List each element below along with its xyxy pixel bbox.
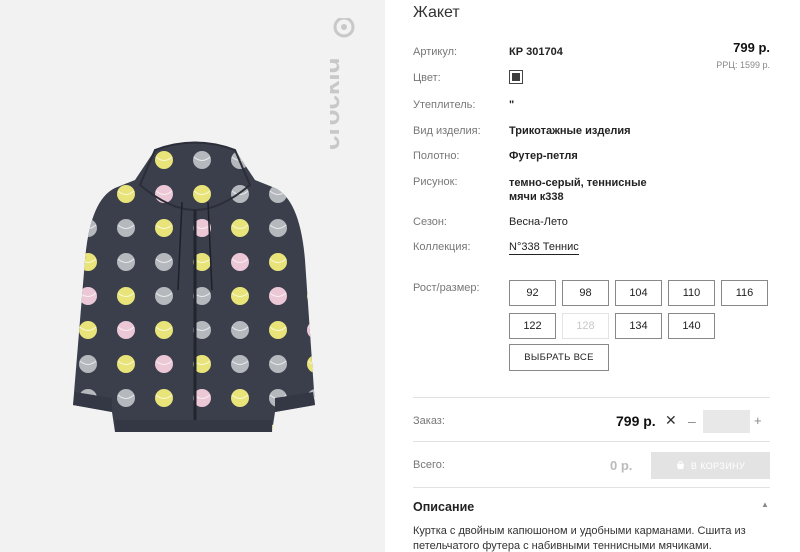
size-option-122[interactable]: 122 xyxy=(509,313,556,339)
tennis-ball-seam xyxy=(269,156,287,161)
size-option-110[interactable]: 110 xyxy=(668,280,715,306)
tennis-ball-print xyxy=(79,151,97,169)
attr-article-label: Артикул: xyxy=(413,46,458,58)
attr-season-value: Весна-Лето xyxy=(509,216,568,228)
sizes-label: Рост/размер: xyxy=(413,282,480,294)
size-option-140[interactable]: 140 xyxy=(668,313,715,339)
total-label: Всего: xyxy=(413,459,445,471)
tennis-ball-seam xyxy=(79,190,97,195)
collection-link[interactable]: N°338 Теннис xyxy=(509,241,579,255)
tennis-ball-print xyxy=(307,321,315,339)
tennis-ball-seam xyxy=(307,224,315,229)
size-option-116[interactable]: 116 xyxy=(721,280,768,306)
tennis-ball-print xyxy=(307,355,315,373)
tennis-ball-seam xyxy=(117,156,135,161)
tennis-ball-print xyxy=(117,151,135,169)
increase-quantity-button[interactable]: + xyxy=(754,413,762,428)
color-swatch-fill xyxy=(512,73,520,81)
size-option-134[interactable]: 134 xyxy=(615,313,662,339)
attr-insulation: Утеплитель: " xyxy=(413,99,514,111)
attr-article-value: КР 301704 xyxy=(509,46,563,58)
product-price: 799 р. xyxy=(733,40,770,55)
order-label: Заказ: xyxy=(413,415,445,427)
tennis-ball-seam xyxy=(269,428,287,432)
attr-season: Сезон: Весна-Лето xyxy=(413,216,568,228)
tennis-ball-seam xyxy=(307,326,315,331)
attr-collection-label: Коллекция: xyxy=(413,241,471,253)
add-to-cart-label: В КОРЗИНУ xyxy=(690,460,746,471)
brand-logo: crockid xyxy=(330,18,360,158)
tennis-ball-seam xyxy=(79,428,97,432)
tennis-ball-print xyxy=(79,219,97,237)
tennis-ball-print xyxy=(79,185,97,203)
attr-color-label: Цвет: xyxy=(413,72,441,84)
attr-insulation-label: Утеплитель: xyxy=(413,99,476,111)
add-to-cart-button[interactable]: В КОРЗИНУ xyxy=(651,452,770,479)
attr-collection: Коллекция: N°338 Теннис xyxy=(413,241,579,255)
attr-product-type: Вид изделия: Трикотажные изделия xyxy=(413,125,631,137)
divider xyxy=(413,487,770,488)
quantity-input[interactable] xyxy=(703,410,750,433)
attr-product-type-label: Вид изделия: xyxy=(413,125,481,137)
order-price: 799 р. xyxy=(616,413,656,429)
attr-fabric-label: Полотно: xyxy=(413,150,460,162)
times-icon: ✕ xyxy=(665,412,677,428)
description-text: Куртка с двойным капюшоном и удобными ка… xyxy=(413,525,746,552)
total-value: 0 р. xyxy=(610,458,633,473)
tennis-ball-seam xyxy=(307,258,315,263)
tennis-ball-print xyxy=(307,185,315,203)
attr-pattern: Рисунок: темно-серый, теннисные мячи к33… xyxy=(413,176,647,203)
cart-icon xyxy=(676,461,685,470)
product-rrp: РРЦ: 1599 р. xyxy=(716,60,770,70)
tennis-ball-seam xyxy=(79,156,97,161)
price-block: 799 р. РРЦ: 1599 р. xyxy=(716,40,770,70)
tennis-ball-seam xyxy=(307,292,315,297)
attr-pattern-label: Рисунок: xyxy=(413,176,458,188)
tennis-ball-print xyxy=(307,151,315,169)
product-jacket-image xyxy=(73,141,315,432)
color-swatch[interactable] xyxy=(509,70,523,84)
attr-season-label: Сезон: xyxy=(413,216,447,228)
attr-pattern-value: темно-серый, теннисные мячи к338 xyxy=(509,177,647,203)
attr-insulation-value: " xyxy=(509,99,515,111)
product-title: Жакет xyxy=(413,4,460,21)
tennis-ball-print xyxy=(307,423,315,432)
tennis-ball-print xyxy=(307,219,315,237)
brand-logo-text: crockid xyxy=(330,58,345,151)
tennis-ball-print xyxy=(307,287,315,305)
collapse-caret-icon[interactable]: ▲ xyxy=(761,500,769,509)
tennis-ball-seam xyxy=(307,190,315,195)
decrease-quantity-button[interactable]: – xyxy=(688,413,696,429)
attr-article: Артикул: КР 301704 xyxy=(413,46,563,58)
product-image-panel[interactable]: crockid xyxy=(0,0,385,552)
tennis-ball-seam xyxy=(307,428,315,432)
divider xyxy=(413,441,770,442)
size-option-98[interactable]: 98 xyxy=(562,280,609,306)
description-title[interactable]: Описание xyxy=(413,500,474,514)
attr-product-type-value: Трикотажные изделия xyxy=(509,125,631,137)
divider xyxy=(413,397,770,398)
select-all-sizes-button[interactable]: ВЫБРАТЬ ВСЕ xyxy=(509,344,609,371)
attr-color: Цвет: xyxy=(413,70,523,84)
attr-fabric: Полотно: Футер-петля xyxy=(413,150,578,162)
size-option-128: 128 xyxy=(562,313,609,339)
product-info-panel: Жакет 799 р. РРЦ: 1599 р. Артикул: КР 30… xyxy=(413,0,773,552)
size-option-104[interactable]: 104 xyxy=(615,280,662,306)
tennis-ball-print xyxy=(79,423,97,432)
tennis-ball-print xyxy=(307,253,315,271)
size-option-92[interactable]: 92 xyxy=(509,280,556,306)
tennis-ball-seam xyxy=(307,156,315,161)
tennis-ball-print xyxy=(269,151,287,169)
attr-fabric-value: Футер-петля xyxy=(509,150,578,162)
